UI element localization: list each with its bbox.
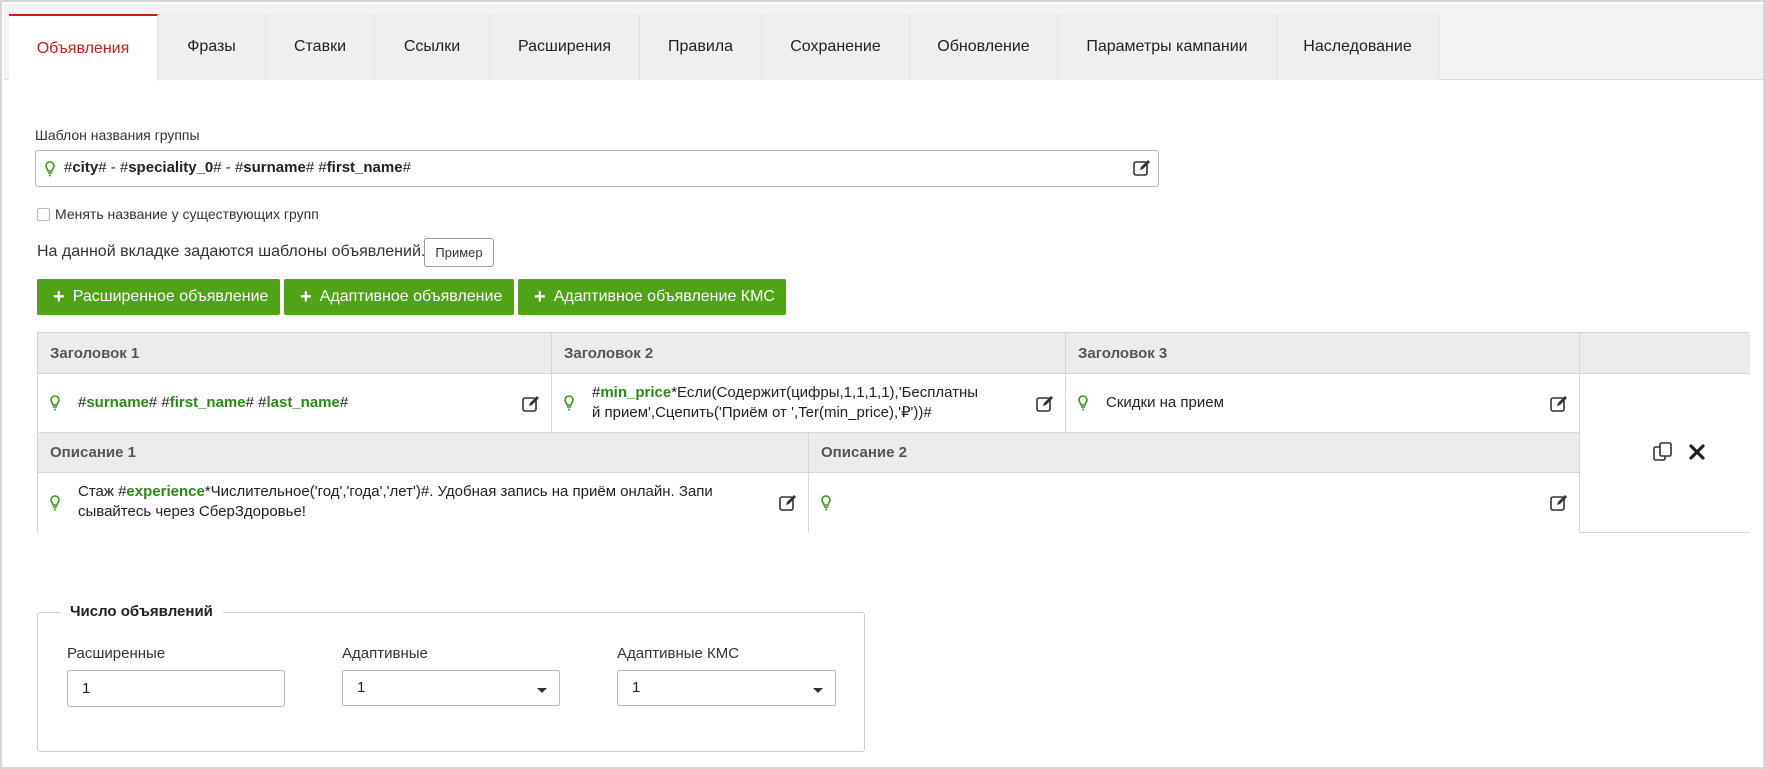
lightbulb-icon	[564, 395, 574, 411]
extended-count-value: 1	[82, 680, 91, 697]
adaptive-count-select[interactable]: 1	[342, 670, 560, 706]
title-1-text: #surname# #first_name# #last_name#	[78, 394, 349, 411]
rename-groups-checkbox[interactable]	[37, 208, 50, 221]
tab-ads[interactable]: Объявления	[9, 14, 158, 81]
tab-saving[interactable]: Сохранение	[762, 14, 910, 80]
example-button[interactable]: Пример	[424, 238, 494, 267]
add-extended-ad-button[interactable]: + Расширенное объявление	[37, 279, 280, 315]
title-2-cell[interactable]: #min_price*Если(Содержит(цифры,1,1,1,1),…	[552, 374, 1066, 433]
title-1-cell[interactable]: #surname# #first_name# #last_name#	[38, 374, 552, 433]
header-title-3: Заголовок 3	[1066, 333, 1580, 374]
add-adaptive-ad-button[interactable]: + Адаптивное объявление	[284, 279, 514, 315]
extended-count-input[interactable]: 1	[67, 670, 285, 707]
adaptive-count-label: Адаптивные	[342, 645, 428, 662]
plus-icon: +	[53, 286, 65, 308]
tab-bids[interactable]: Ставки	[266, 14, 375, 80]
edit-icon[interactable]	[1549, 493, 1569, 513]
tab-inheritance[interactable]: Наследование	[1277, 14, 1439, 80]
description-1-cell[interactable]: Стаж #experience*Числительное('год','год…	[38, 473, 809, 533]
header-description-2: Описание 2	[809, 433, 1580, 473]
add-extended-ad-label: Расширенное объявление	[72, 288, 269, 305]
title-2-text: #min_price*Если(Содержит(цифры,1,1,1,1),…	[592, 384, 979, 421]
lightbulb-icon	[45, 161, 55, 177]
description-1-text: Стаж #experience*Числительное('год','год…	[78, 483, 713, 520]
tab-phrases[interactable]: Фразы	[158, 14, 266, 80]
lightbulb-icon	[1078, 395, 1088, 411]
edit-icon[interactable]	[1132, 158, 1152, 178]
group-name-label: Шаблон названия группы	[35, 127, 200, 143]
info-text: На данной вкладке задаются шаблоны объяв…	[37, 243, 426, 260]
edit-icon[interactable]	[778, 493, 798, 513]
lightbulb-icon	[50, 495, 60, 511]
app-frame: Объявления Фразы Ставки Ссылки Расширени…	[0, 0, 1765, 769]
header-title-1: Заголовок 1	[38, 333, 552, 374]
ad-count-title: Число объявлений	[60, 603, 223, 620]
add-adaptive-kms-ad-button[interactable]: + Адаптивное объявление КМС	[518, 279, 786, 315]
copy-icon[interactable]	[1652, 441, 1674, 463]
group-name-template-text: #city# - #speciality_0# - #surname# #fir…	[64, 159, 411, 176]
group-name-template-input[interactable]: #city# - #speciality_0# - #surname# #fir…	[35, 150, 1159, 187]
title-3-text: Скидки на прием	[1106, 394, 1224, 411]
caret-down-icon	[537, 688, 547, 693]
rename-groups-label: Менять название у существующих групп	[55, 206, 319, 222]
tab-links[interactable]: Ссылки	[375, 14, 490, 80]
tab-update[interactable]: Обновление	[910, 14, 1058, 80]
tab-rules[interactable]: Правила	[640, 14, 762, 80]
lightbulb-icon	[50, 395, 60, 411]
tab-extensions[interactable]: Расширения	[490, 14, 640, 80]
add-adaptive-kms-ad-label: Адаптивное объявление КМС	[553, 288, 775, 305]
ad-actions-cell	[1580, 374, 1750, 533]
add-adaptive-ad-label: Адаптивное объявление	[319, 288, 503, 305]
adaptive-count-value: 1	[357, 679, 366, 696]
header-title-2: Заголовок 2	[552, 333, 1066, 374]
lightbulb-icon	[821, 495, 831, 511]
header-description-1: Описание 1	[38, 433, 809, 473]
delete-icon[interactable]	[1688, 443, 1706, 461]
adaptive-kms-count-label: Адаптивные КМС	[617, 645, 740, 662]
header-actions	[1580, 333, 1750, 374]
extended-count-label: Расширенные	[67, 645, 166, 662]
title-3-cell[interactable]: Скидки на прием	[1066, 374, 1580, 433]
adaptive-kms-count-select[interactable]: 1	[617, 670, 836, 706]
description-2-cell[interactable]	[809, 473, 1580, 533]
edit-icon[interactable]	[521, 394, 541, 414]
plus-icon: +	[534, 286, 546, 308]
adaptive-kms-count-value: 1	[632, 679, 641, 696]
plus-icon: +	[300, 286, 312, 308]
tab-campaign-params[interactable]: Параметры кампании	[1058, 14, 1277, 80]
tab-bar: Объявления Фразы Ставки Ссылки Расширени…	[4, 4, 1763, 81]
edit-icon[interactable]	[1549, 394, 1569, 414]
edit-icon[interactable]	[1035, 394, 1055, 414]
caret-down-icon	[813, 688, 823, 693]
ad-table: Заголовок 1 Заголовок 2 Заголовок 3 #sur…	[37, 332, 1750, 533]
ad-count-fieldset: Число объявлений Расширенные 1 Адаптивны…	[37, 603, 865, 752]
